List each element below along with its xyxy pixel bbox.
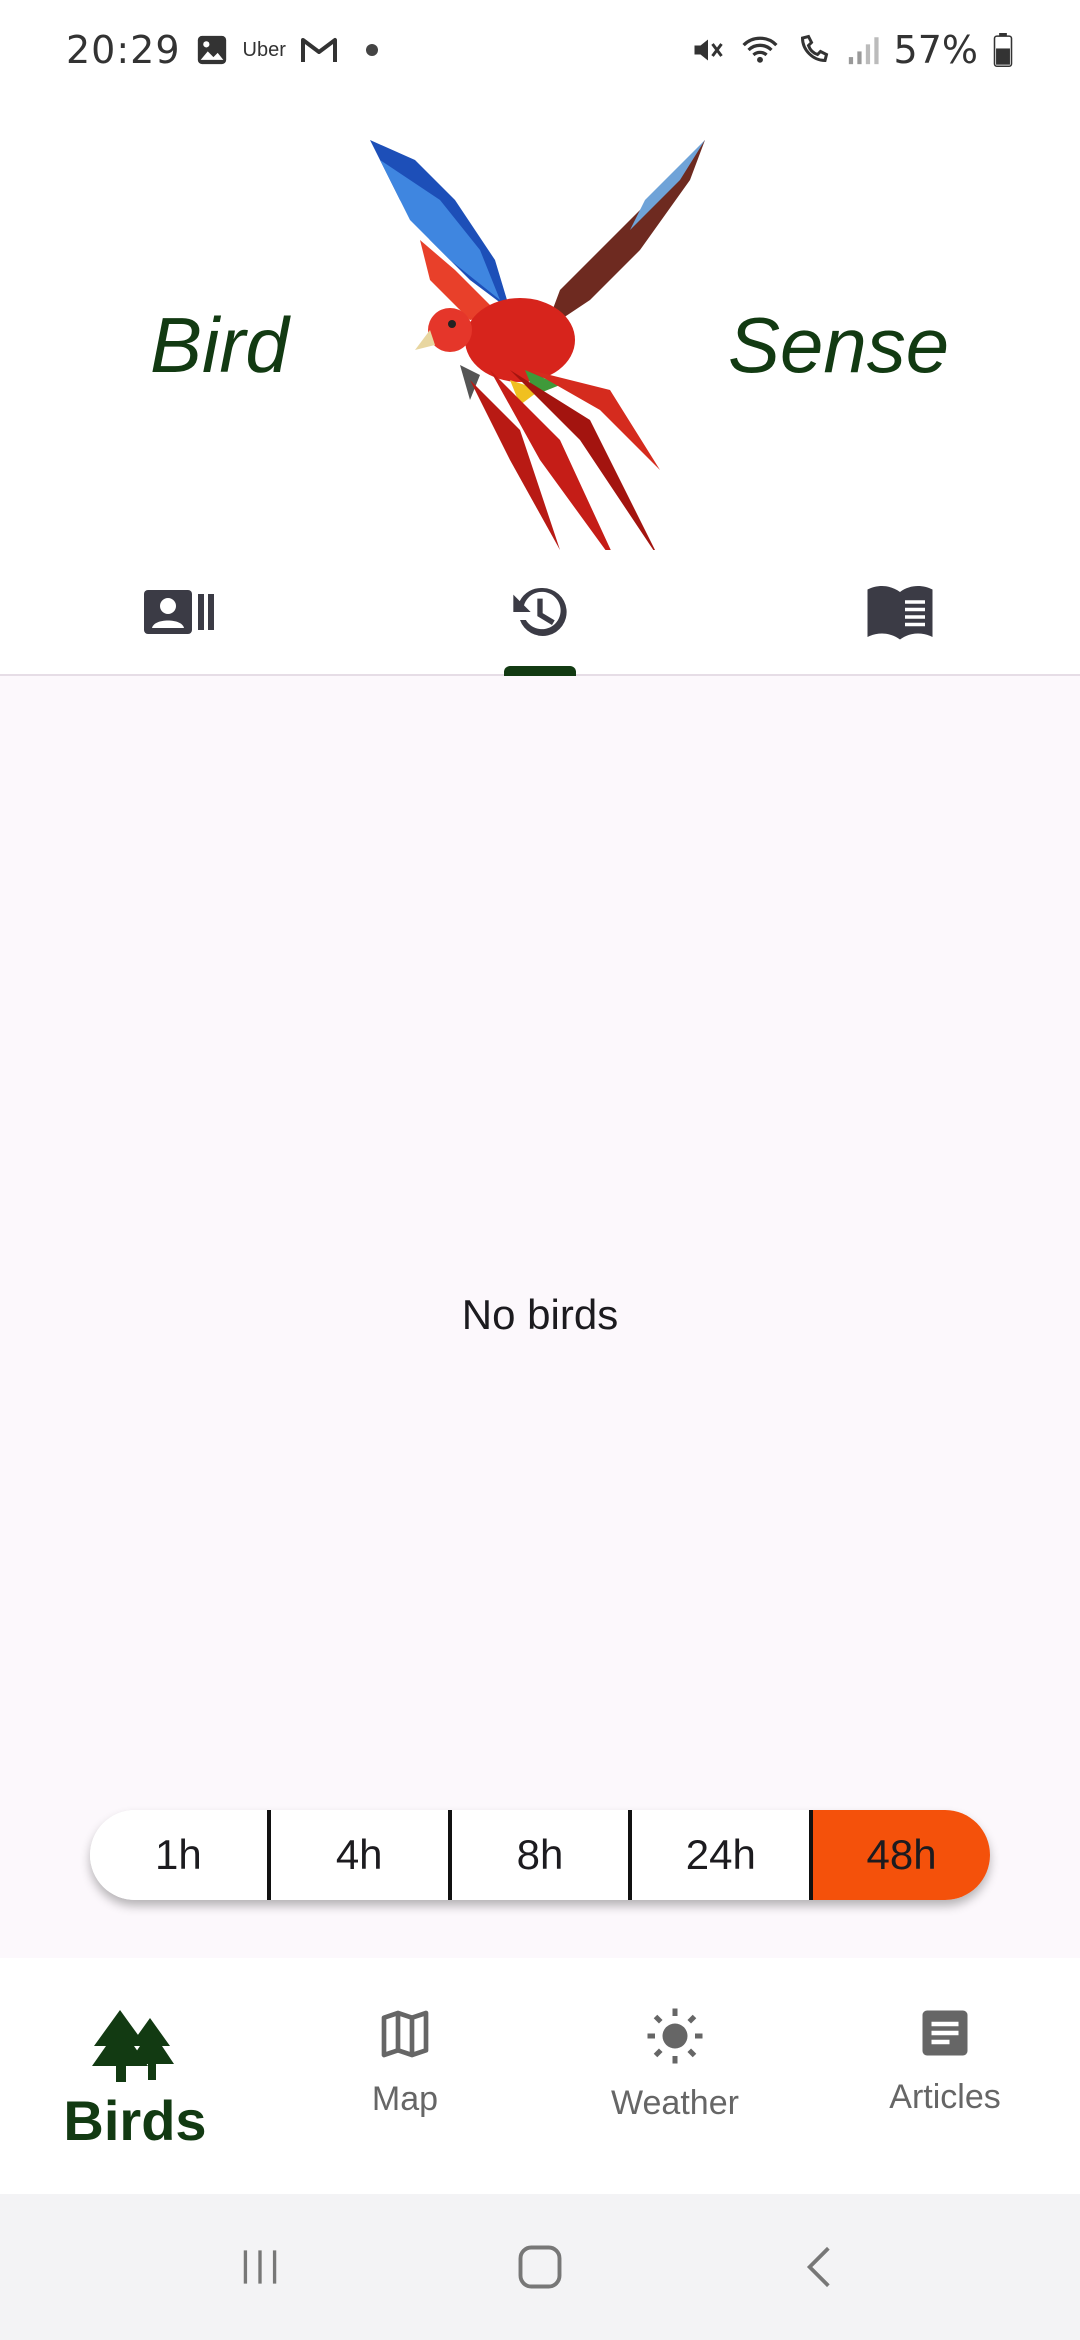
contact-list-icon [144,590,214,634]
top-tab-bar [0,550,1080,676]
recents-button[interactable] [210,2217,310,2317]
empty-state-text: No birds [461,1291,619,1338]
app-title-bird: Bird [150,301,289,389]
notification-dot [365,44,378,56]
bottom-navigation: Birds Map Weather Articles [0,1958,1080,2194]
time-filter-1h[interactable]: 1h [90,1810,271,1900]
sun-icon [647,2008,703,2064]
home-button[interactable] [490,2217,590,2317]
nav-item-weather[interactable]: Weather [540,1958,810,2194]
back-icon [806,2246,830,2288]
nav-label-map: Map [371,2080,439,2118]
tab-contact-list[interactable] [0,550,360,674]
trees-icon [92,2010,174,2082]
back-button[interactable] [770,2217,870,2317]
recents-icon [243,2250,277,2284]
home-icon [518,2245,562,2289]
time-filter-4h[interactable]: 4h [270,1810,452,1900]
nav-item-map[interactable]: Map [270,1958,540,2194]
main-content: No birds [0,676,1080,1958]
nav-item-articles[interactable]: Articles [810,1958,1080,2194]
map-icon [381,2010,429,2058]
time-filter-48h[interactable]: 48h [813,1810,990,1900]
nav-label-weather: Weather [611,2084,739,2122]
history-icon [513,587,567,636]
app-title-sense: Sense [728,301,950,389]
app-header: Bird Sense [0,60,1080,570]
nav-label-birds: Birds [63,2089,207,2152]
tab-book[interactable] [720,550,1080,674]
nav-label-articles: Articles [889,2078,1001,2116]
parrot-logo-icon [370,140,705,570]
tab-history[interactable] [360,550,720,676]
uber-icon: Uber [242,38,286,61]
nav-item-birds[interactable]: Birds [0,1958,270,2194]
tab-indicator [504,666,576,676]
time-filter-segmented-control: 1h 4h 8h 24h 48h [90,1810,990,1900]
time-filter-8h[interactable]: 8h [451,1810,633,1900]
system-navigation-bar [0,2194,1080,2340]
book-icon [867,586,933,640]
article-icon [922,2010,968,2056]
time-filter-24h[interactable]: 24h [632,1810,814,1900]
